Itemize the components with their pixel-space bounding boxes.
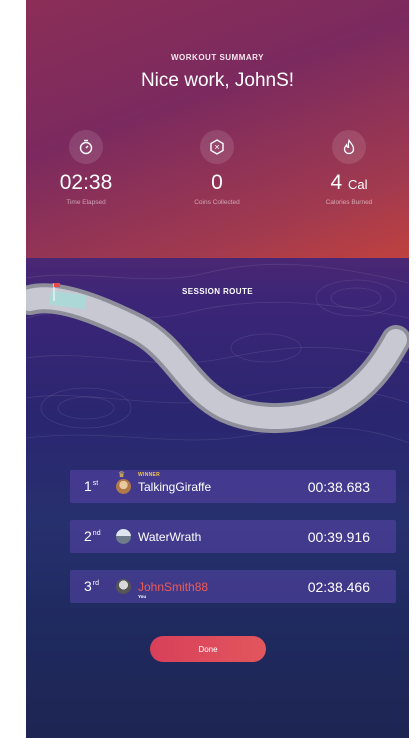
workout-summary-screen: WORKOUT SUMMARY Nice work, JohnS! 02:38 … bbox=[26, 0, 409, 738]
stat-time-elapsed: 02:38 Time Elapsed bbox=[26, 130, 146, 206]
crown-icon: ♛ bbox=[118, 470, 126, 479]
stat-coins-collected: ✕ 0 Coins Collected bbox=[157, 130, 277, 206]
stat-label: Coins Collected bbox=[194, 199, 240, 206]
coin-icon: ✕ bbox=[200, 130, 234, 164]
avatar bbox=[116, 479, 131, 494]
stat-label: Calories Burned bbox=[325, 199, 373, 206]
leaderboard-row: 1st ♛ WINNER TalkingGiraffe 00:38.683 bbox=[70, 470, 396, 503]
race-time: 00:38.683 bbox=[307, 479, 370, 495]
racer-name: TalkingGiraffe bbox=[138, 480, 212, 494]
leaderboard-row: 3rd JohnSmith88 You 02:38.466 bbox=[70, 570, 396, 603]
done-button[interactable]: Done bbox=[150, 636, 266, 662]
stat-calories-burned: 4 Cal Calories Burned bbox=[289, 130, 409, 206]
stat-value: 0 bbox=[211, 171, 223, 194]
stopwatch-icon bbox=[69, 130, 103, 164]
leaderboard-row: 2nd WaterWrath 00:39.916 bbox=[70, 520, 396, 553]
summary-panel: WORKOUT SUMMARY Nice work, JohnS! 02:38 … bbox=[26, 0, 409, 258]
avatar bbox=[116, 529, 131, 544]
stat-label: Time Elapsed bbox=[66, 199, 106, 206]
race-time: 00:39.916 bbox=[307, 529, 370, 545]
stat-value: 4 Cal bbox=[330, 171, 368, 194]
place-label: 1st bbox=[84, 478, 99, 494]
place-label: 2nd bbox=[84, 528, 101, 544]
summary-title: Nice work, JohnS! bbox=[140, 70, 295, 91]
flame-icon bbox=[332, 130, 366, 164]
summary-subtitle: WORKOUT SUMMARY bbox=[171, 53, 264, 62]
you-badge: You bbox=[138, 594, 147, 599]
stat-value: 02:38 bbox=[59, 171, 113, 194]
session-route-map: SESSION ROUTE bbox=[26, 258, 409, 458]
place-label: 3rd bbox=[84, 578, 100, 594]
winner-badge: WINNER bbox=[138, 472, 161, 478]
racer-name: JohnSmith88 bbox=[138, 580, 209, 594]
route-title: SESSION ROUTE bbox=[182, 287, 253, 296]
avatar bbox=[116, 579, 131, 594]
race-time: 02:38.466 bbox=[307, 579, 370, 595]
svg-text:✕: ✕ bbox=[214, 145, 220, 152]
racer-name: WaterWrath bbox=[138, 530, 202, 544]
